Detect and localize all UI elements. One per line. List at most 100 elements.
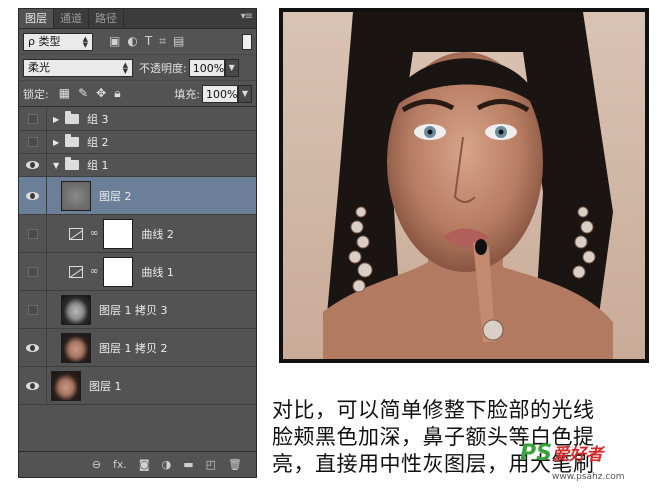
visibility-toggle[interactable] (19, 131, 47, 153)
panel-menu-icon[interactable]: ▾≡ (241, 11, 253, 22)
layer-mask-thumbnail[interactable] (103, 256, 134, 287)
layer-name: 曲线 2 (141, 227, 174, 241)
hidden-box-icon (27, 266, 38, 277)
layer-name: 曲线 1 (141, 265, 174, 279)
layer-thumbnail (61, 180, 91, 211)
watermark-logo: PS爱好者 (520, 440, 603, 466)
portrait-photo (279, 8, 649, 363)
opacity-dropdown-icon[interactable]: ▼ (224, 58, 239, 77)
folder-icon (65, 111, 79, 124)
curves-icon (69, 265, 83, 278)
lock-label: 锁定: (23, 87, 49, 101)
new-layer-icon[interactable]: ◰ (206, 458, 216, 471)
watermark-zh: 爱好者 (551, 445, 603, 465)
lock-move-icon[interactable]: ✥ (96, 86, 106, 101)
adjustment-icon[interactable]: ◑ (162, 458, 172, 471)
layer-name: 图层 1 拷贝 2 (99, 341, 168, 355)
select-arrows-icon: ▲ ▼ (122, 60, 128, 75)
filter-kind-label: ρ 类型 (28, 34, 61, 48)
layer-name: 组 3 (87, 113, 109, 126)
tab-paths[interactable]: 路径 (89, 9, 124, 28)
portrait-image (283, 12, 645, 359)
hidden-box-icon (27, 304, 38, 315)
layer-thumbnail (51, 370, 81, 401)
smart-object-filter-icon[interactable]: ▤ (173, 34, 184, 49)
filter-kind-select[interactable]: ρ 类型 ▲ ▼ (23, 32, 93, 51)
hidden-box-icon (27, 228, 38, 239)
expand-arrow-icon[interactable]: ▶ (53, 115, 61, 124)
blend-row: 柔光 ▲ ▼ 不透明度: 100% ▼ (19, 55, 256, 81)
layer-row[interactable]: 图层 2 (19, 177, 256, 215)
eye-icon (26, 343, 39, 352)
panel-bottom-toolbar: ⊖ fx. ◙ ◑ ▬ ◰ 🗑︎ (19, 451, 256, 477)
visibility-toggle[interactable] (19, 253, 47, 290)
layer-name: 图层 1 (89, 379, 122, 393)
select-arrows-icon: ▲ ▼ (82, 34, 88, 49)
layer-name: 图层 2 (99, 189, 132, 203)
tab-layers[interactable]: 图层 (19, 9, 54, 28)
lock-row: 锁定: ▦ ✎ ✥ 🔒︎ 填充: 100% ▼ (19, 81, 256, 107)
filter-icons: ▣ ◐ T ⌗ ▤ (109, 34, 184, 49)
eye-icon (26, 381, 39, 390)
layer-row[interactable]: ∞ 曲线 2 (19, 215, 256, 253)
lock-transparent-icon[interactable]: ▦ (59, 86, 70, 101)
hidden-box-icon (27, 114, 38, 124)
layers-panel: 图层 通道 路径 ▾≡ ρ 类型 ▲ ▼ ▣ ◐ T ⌗ ▤ 柔光 ▲ ▼ 不透明度… (18, 8, 257, 478)
chain-link-icon[interactable]: ∞ (90, 266, 98, 277)
link-icon[interactable]: ⊖ (92, 458, 101, 471)
layer-row[interactable]: ▶ 组 3 (19, 108, 256, 131)
pixel-filter-icon[interactable]: ▣ (109, 34, 120, 49)
lock-all-icon[interactable]: 🔒︎ (114, 86, 120, 101)
eye-icon (26, 161, 39, 169)
trash-icon[interactable]: 🗑︎ (228, 458, 242, 471)
filter-row: ρ 类型 ▲ ▼ ▣ ◐ T ⌗ ▤ (19, 29, 256, 55)
shape-filter-icon[interactable]: ⌗ (159, 34, 166, 49)
watermark-ps: PS (520, 441, 552, 466)
folder-icon (65, 134, 79, 147)
caption-line: 对比，可以简单修整下脸部的光线 (272, 398, 595, 422)
adjustment-filter-icon[interactable]: ◐ (127, 34, 137, 49)
layer-row[interactable]: 图层 1 拷贝 3 (19, 291, 256, 329)
layer-row[interactable]: ▶ 组 2 (19, 131, 256, 154)
layer-row[interactable]: 图层 1 (19, 367, 256, 405)
mask-icon[interactable]: ◙ (139, 458, 150, 471)
visibility-toggle[interactable] (19, 329, 47, 366)
folder-open-icon (65, 157, 79, 170)
opacity-input[interactable]: 100% (188, 58, 225, 77)
layer-row[interactable]: ▼ 组 1 (19, 154, 256, 177)
filter-toggle[interactable] (242, 33, 252, 50)
layer-mask-thumbnail[interactable] (103, 218, 134, 249)
visibility-toggle[interactable] (19, 215, 47, 252)
tab-channels[interactable]: 通道 (54, 9, 89, 28)
type-filter-icon[interactable]: T (145, 34, 152, 49)
visibility-toggle[interactable] (19, 367, 47, 404)
blend-mode-value: 柔光 (28, 60, 50, 74)
lock-icons: ▦ ✎ ✥ 🔒︎ (59, 86, 121, 101)
watermark-url: www.psahz.com (552, 472, 625, 482)
collapse-arrow-icon[interactable]: ▼ (53, 161, 61, 170)
eye-icon (26, 191, 39, 200)
layer-row[interactable]: ∞ 曲线 1 (19, 253, 256, 291)
visibility-toggle[interactable] (19, 291, 47, 328)
visibility-toggle[interactable] (19, 108, 47, 130)
layer-name: 图层 1 拷贝 3 (99, 303, 168, 317)
layer-name: 组 1 (87, 159, 109, 172)
fill-dropdown-icon[interactable]: ▼ (238, 84, 252, 103)
panel-tab-bar: 图层 通道 路径 ▾≡ (19, 9, 256, 29)
visibility-toggle[interactable] (19, 177, 47, 214)
blend-mode-select[interactable]: 柔光 ▲ ▼ (23, 58, 133, 77)
curves-icon (69, 227, 83, 240)
fx-icon[interactable]: fx. (113, 458, 127, 471)
layer-row[interactable]: 图层 1 拷贝 2 (19, 329, 256, 367)
fill-input[interactable]: 100% (202, 84, 238, 103)
fill-label: 填充: (174, 87, 200, 101)
visibility-toggle[interactable] (19, 154, 47, 176)
layer-thumbnail (61, 294, 91, 325)
layer-name: 组 2 (87, 136, 109, 149)
chain-link-icon[interactable]: ∞ (90, 228, 98, 239)
folder-icon[interactable]: ▬ (183, 458, 193, 471)
layer-thumbnail (61, 332, 91, 363)
opacity-label: 不透明度: (139, 61, 187, 75)
lock-paint-icon[interactable]: ✎ (78, 86, 88, 101)
expand-arrow-icon[interactable]: ▶ (53, 138, 61, 147)
